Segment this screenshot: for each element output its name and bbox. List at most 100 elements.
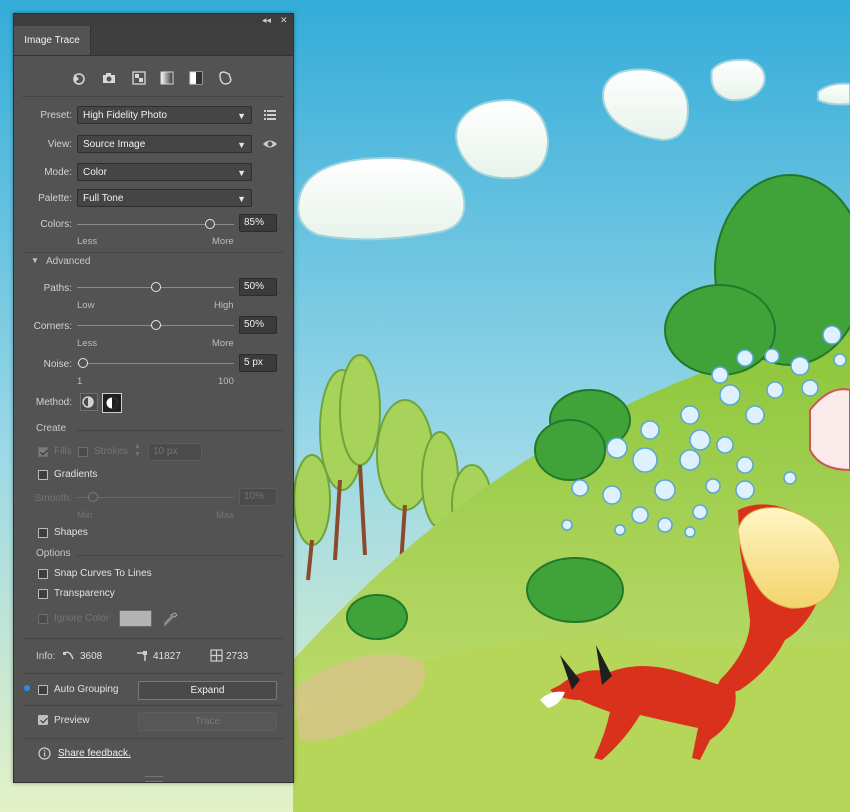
collapse-panel-icon[interactable]: ◂◂ <box>262 14 271 26</box>
ignore-color-checkbox[interactable] <box>38 614 48 624</box>
palette-label: Palette: <box>38 193 72 204</box>
auto-grouping-label: Auto Grouping <box>54 684 119 695</box>
colors-count: 2733 <box>226 651 249 662</box>
mode-dropdown[interactable]: Color ▼ <box>77 163 252 181</box>
preset-value: High Fidelity Photo <box>83 110 167 121</box>
auto-color-icon[interactable] <box>71 70 87 86</box>
state-indicator-dot <box>24 685 30 691</box>
noise-min-label: 1 <box>77 376 83 387</box>
gradients-label: Gradients <box>54 469 98 480</box>
advanced-toggle-icon[interactable]: ▼ <box>31 256 39 265</box>
paths-label: Paths: <box>43 283 72 294</box>
outline-icon[interactable] <box>217 70 233 86</box>
chevron-down-icon: ▼ <box>237 111 246 121</box>
stroke-width-field[interactable]: 10 px <box>148 443 202 461</box>
fills-label: Fills <box>54 446 72 457</box>
colors-slider-thumb[interactable] <box>205 219 216 229</box>
info-icon <box>38 747 51 760</box>
paths-count: 3608 <box>80 651 103 662</box>
smooth-value-field[interactable]: 10% <box>239 488 277 506</box>
divider <box>22 673 284 674</box>
share-feedback-link[interactable]: Share feedback. <box>58 748 131 759</box>
tab-image-trace[interactable]: Image Trace <box>14 26 91 55</box>
advanced-section-toggle[interactable]: Advanced <box>46 256 90 267</box>
corners-max-label: More <box>212 338 234 349</box>
noise-max-label: 100 <box>218 376 234 387</box>
method-overlapping-icon[interactable] <box>102 393 122 413</box>
low-color-icon[interactable] <box>131 70 147 86</box>
snap-curves-label: Snap Curves To Lines <box>54 568 152 579</box>
panel-title-bar[interactable]: ◂◂ ✕ <box>14 14 293 26</box>
panel-resize-grip[interactable] <box>145 776 163 782</box>
panel-tab-row: Image Trace <box>14 26 293 56</box>
noise-value-field[interactable]: 5 px <box>239 354 277 372</box>
palette-dropdown[interactable]: Full Tone ▼ <box>77 189 252 207</box>
info-label: Info: <box>36 651 56 662</box>
strokes-checkbox[interactable] <box>78 447 88 457</box>
snap-curves-checkbox[interactable] <box>38 569 48 579</box>
trace-button[interactable]: Trace <box>138 712 277 731</box>
corners-label: Corners: <box>33 321 72 332</box>
divider <box>76 555 284 556</box>
chevron-down-icon: ▼ <box>237 194 246 204</box>
smooth-label: Smooth: <box>34 493 72 504</box>
colors-count-icon <box>210 649 223 662</box>
corners-value-field[interactable]: 50% <box>239 316 277 334</box>
transparency-label: Transparency <box>54 588 115 599</box>
shapes-checkbox[interactable] <box>38 528 48 538</box>
colors-max-label: More <box>212 236 234 247</box>
noise-slider-track[interactable] <box>77 363 234 364</box>
smooth-max-label: Max <box>216 510 234 521</box>
preset-dropdown[interactable]: High Fidelity Photo ▼ <box>77 106 252 124</box>
smooth-slider-thumb[interactable] <box>87 492 98 502</box>
method-abutting-icon[interactable] <box>80 393 98 411</box>
gradients-checkbox[interactable] <box>38 470 48 480</box>
shapes-label: Shapes <box>54 527 88 538</box>
ignore-color-swatch[interactable] <box>119 610 152 627</box>
create-section-label: Create <box>36 423 67 434</box>
mode-value: Color <box>83 167 107 178</box>
options-section-label: Options <box>36 548 71 559</box>
transparency-checkbox[interactable] <box>38 589 48 599</box>
colors-value-field[interactable]: 85% <box>239 214 277 232</box>
black-and-white-icon[interactable] <box>188 70 204 86</box>
divider <box>76 430 284 431</box>
strokes-label: Strokes <box>94 446 128 457</box>
palette-value: Full Tone <box>83 193 124 204</box>
paths-min-label: Low <box>77 300 95 311</box>
noise-slider-thumb[interactable] <box>78 358 89 368</box>
fills-checkbox[interactable] <box>38 447 48 457</box>
preview-label: Preview <box>54 715 90 726</box>
view-label: View: <box>47 139 72 150</box>
mode-label: Mode: <box>44 167 72 178</box>
paths-value-field[interactable]: 50% <box>239 278 277 296</box>
method-label: Method: <box>35 397 72 408</box>
grayscale-icon[interactable] <box>159 70 175 86</box>
noise-label: Noise: <box>43 359 72 370</box>
divider <box>22 252 284 253</box>
close-panel-icon[interactable]: ✕ <box>280 14 288 26</box>
stroke-stepper[interactable]: ▲ ▼ <box>134 443 141 459</box>
high-color-photo-icon[interactable] <box>101 70 117 86</box>
corners-min-label: Less <box>77 338 98 349</box>
eyedropper-icon[interactable] <box>163 611 179 627</box>
manage-presets-icon[interactable] <box>262 107 278 123</box>
auto-grouping-checkbox[interactable] <box>38 685 48 695</box>
eye-icon[interactable] <box>262 136 278 152</box>
smooth-slider-track[interactable] <box>77 497 234 498</box>
divider <box>22 738 284 739</box>
divider <box>22 96 284 97</box>
anchors-count: 41827 <box>153 651 181 662</box>
view-dropdown[interactable]: Source Image ▼ <box>77 135 252 153</box>
preview-checkbox[interactable] <box>38 715 48 725</box>
preset-label: Preset: <box>40 110 72 121</box>
paths-slider-thumb[interactable] <box>150 282 161 292</box>
preset-icons-row <box>71 70 241 88</box>
anchors-count-icon <box>137 651 147 661</box>
expand-button[interactable]: Expand <box>138 681 277 700</box>
corners-slider-thumb[interactable] <box>150 320 161 330</box>
paths-count-icon <box>63 651 74 660</box>
chevron-down-icon: ▼ <box>237 168 246 178</box>
divider <box>22 705 284 706</box>
colors-label: Colors: <box>40 219 72 230</box>
